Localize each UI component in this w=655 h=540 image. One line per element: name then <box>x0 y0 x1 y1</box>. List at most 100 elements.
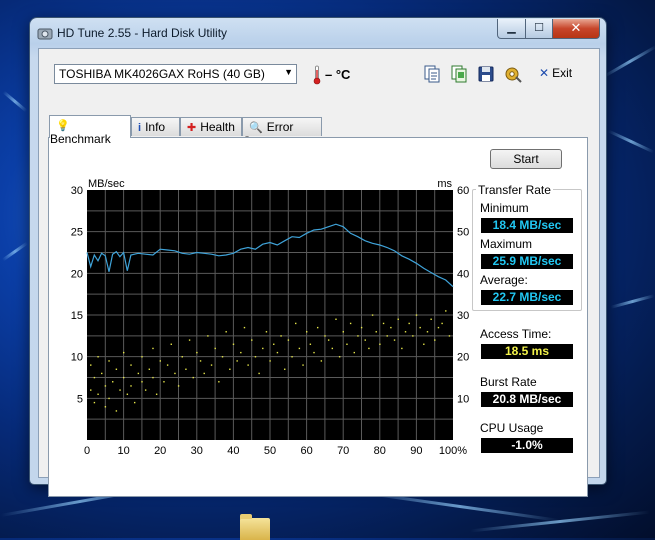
access-time-point <box>225 331 227 333</box>
access-time-point <box>133 401 136 404</box>
access-time-point <box>101 372 103 375</box>
exit-icon: ✕ <box>539 66 550 80</box>
x-tick-label: 60 <box>300 445 312 457</box>
y2-tick-label: 50 <box>457 227 469 239</box>
y-tick-label: 10 <box>71 352 83 364</box>
access-time-point <box>295 322 297 325</box>
access-time-point <box>203 372 205 375</box>
exit-label: Exit <box>552 66 573 80</box>
access-time-point <box>115 368 118 370</box>
access-time-point <box>177 385 180 387</box>
access-time-point <box>309 343 312 345</box>
access-time-point <box>419 326 421 329</box>
left-axis-label: MB/sec <box>88 178 125 190</box>
minimum-label: Minimum <box>480 201 529 215</box>
access-time-point <box>196 351 198 354</box>
access-time-point <box>130 364 132 366</box>
access-time-point <box>357 335 359 337</box>
access-time-point <box>104 406 107 408</box>
access-time-point <box>144 389 147 391</box>
access-time-point <box>415 314 418 316</box>
tab-info-label: Info <box>145 120 166 134</box>
access-time-point <box>243 326 246 329</box>
access-time-point <box>302 364 304 366</box>
access-time-point <box>112 381 114 383</box>
access-time-point <box>327 339 330 341</box>
access-time-point <box>437 326 440 329</box>
burst-rate-label: Burst Rate <box>480 375 537 389</box>
access-time-point <box>258 372 260 375</box>
y2-tick-label: 30 <box>457 310 469 322</box>
access-time-point <box>247 364 249 366</box>
y-tick-label: 30 <box>71 185 83 197</box>
copy-info-icon[interactable] <box>422 64 442 84</box>
save-icon[interactable] <box>476 64 496 84</box>
y2-tick-label: 10 <box>457 393 469 405</box>
access-time-point <box>320 360 323 362</box>
tab-health[interactable]: ✚ Health <box>180 117 242 136</box>
access-time-point <box>93 376 96 379</box>
transfer-rate-title: Transfer Rate <box>476 183 553 197</box>
access-time-point <box>401 347 403 350</box>
tab-error-scan[interactable]: 🔍Error Scan <box>242 117 322 148</box>
access-time-point <box>93 401 96 404</box>
average-value: 22.7 MB/sec <box>481 290 573 305</box>
access-time-point <box>346 343 348 345</box>
minimum-value: 18.4 MB/sec <box>481 218 573 233</box>
minimize-button[interactable]: ▁ <box>497 19 526 39</box>
access-time-point <box>313 351 315 354</box>
x-tick-label: 80 <box>374 445 386 457</box>
access-time-point <box>349 322 352 325</box>
cpu-usage-label: CPU Usage <box>480 421 544 435</box>
client-area: TOSHIBA MK4026GAX RoHS (40 GB) ▼ – °C ✕ … <box>38 48 600 497</box>
dropdown-arrow-icon[interactable]: ▼ <box>284 67 293 77</box>
right-axis-label: ms <box>437 178 452 190</box>
copy-screen-icon[interactable] <box>449 64 469 84</box>
access-time-point <box>371 314 374 316</box>
magnifier-icon: 🔍 <box>249 122 263 134</box>
access-time-point <box>126 393 129 395</box>
desktop-folder-icon[interactable] <box>240 514 270 540</box>
access-time-point <box>155 393 158 395</box>
x-tick-label: 30 <box>191 445 203 457</box>
access-time-point <box>390 326 392 329</box>
lightbulb-icon: 💡 <box>56 120 70 132</box>
options-icon[interactable] <box>503 64 523 84</box>
x-tick-label: 90 <box>410 445 422 457</box>
tab-info[interactable]: i Info <box>131 117 180 136</box>
access-time-point <box>148 368 151 370</box>
access-time-point <box>141 381 143 383</box>
access-time-point <box>324 335 326 337</box>
access-time-point <box>174 372 176 375</box>
access-time-point <box>221 356 224 358</box>
y2-tick-label: 20 <box>457 352 469 364</box>
access-time-point <box>306 331 308 333</box>
close-button[interactable]: ✕ <box>552 19 600 39</box>
access-time-point <box>269 360 271 362</box>
access-time-point <box>273 343 275 345</box>
access-time-point <box>386 335 388 337</box>
drive-select[interactable]: TOSHIBA MK4026GAX RoHS (40 GB) ▼ <box>54 64 297 84</box>
y-tick-label: 20 <box>71 268 83 280</box>
access-time-point <box>97 356 99 358</box>
access-time-point <box>181 356 183 358</box>
access-time-point <box>115 410 118 412</box>
access-time-point <box>170 343 172 345</box>
temperature-readout: – °C <box>325 67 351 82</box>
x-tick-label: 0 <box>84 445 90 457</box>
y2-tick-label: 40 <box>457 268 469 280</box>
access-time-label: Access Time: <box>480 327 552 341</box>
exit-button[interactable]: ✕ Exit <box>539 66 572 80</box>
access-time-point <box>280 335 282 337</box>
access-time-point <box>375 331 377 333</box>
start-button[interactable]: Start <box>490 149 562 169</box>
access-time-point <box>108 397 110 400</box>
access-time-point <box>368 347 370 350</box>
access-time-point <box>214 347 216 350</box>
average-label: Average: <box>480 273 528 287</box>
title-bar[interactable]: HD Tune 2.55 - Hard Disk Utility ▁ ☐ ✕ <box>30 18 606 48</box>
tab-benchmark[interactable]: 💡Benchmark <box>49 115 131 146</box>
access-time-point <box>393 339 396 341</box>
access-time-point <box>123 376 125 379</box>
maximize-button[interactable]: ☐ <box>525 19 553 39</box>
